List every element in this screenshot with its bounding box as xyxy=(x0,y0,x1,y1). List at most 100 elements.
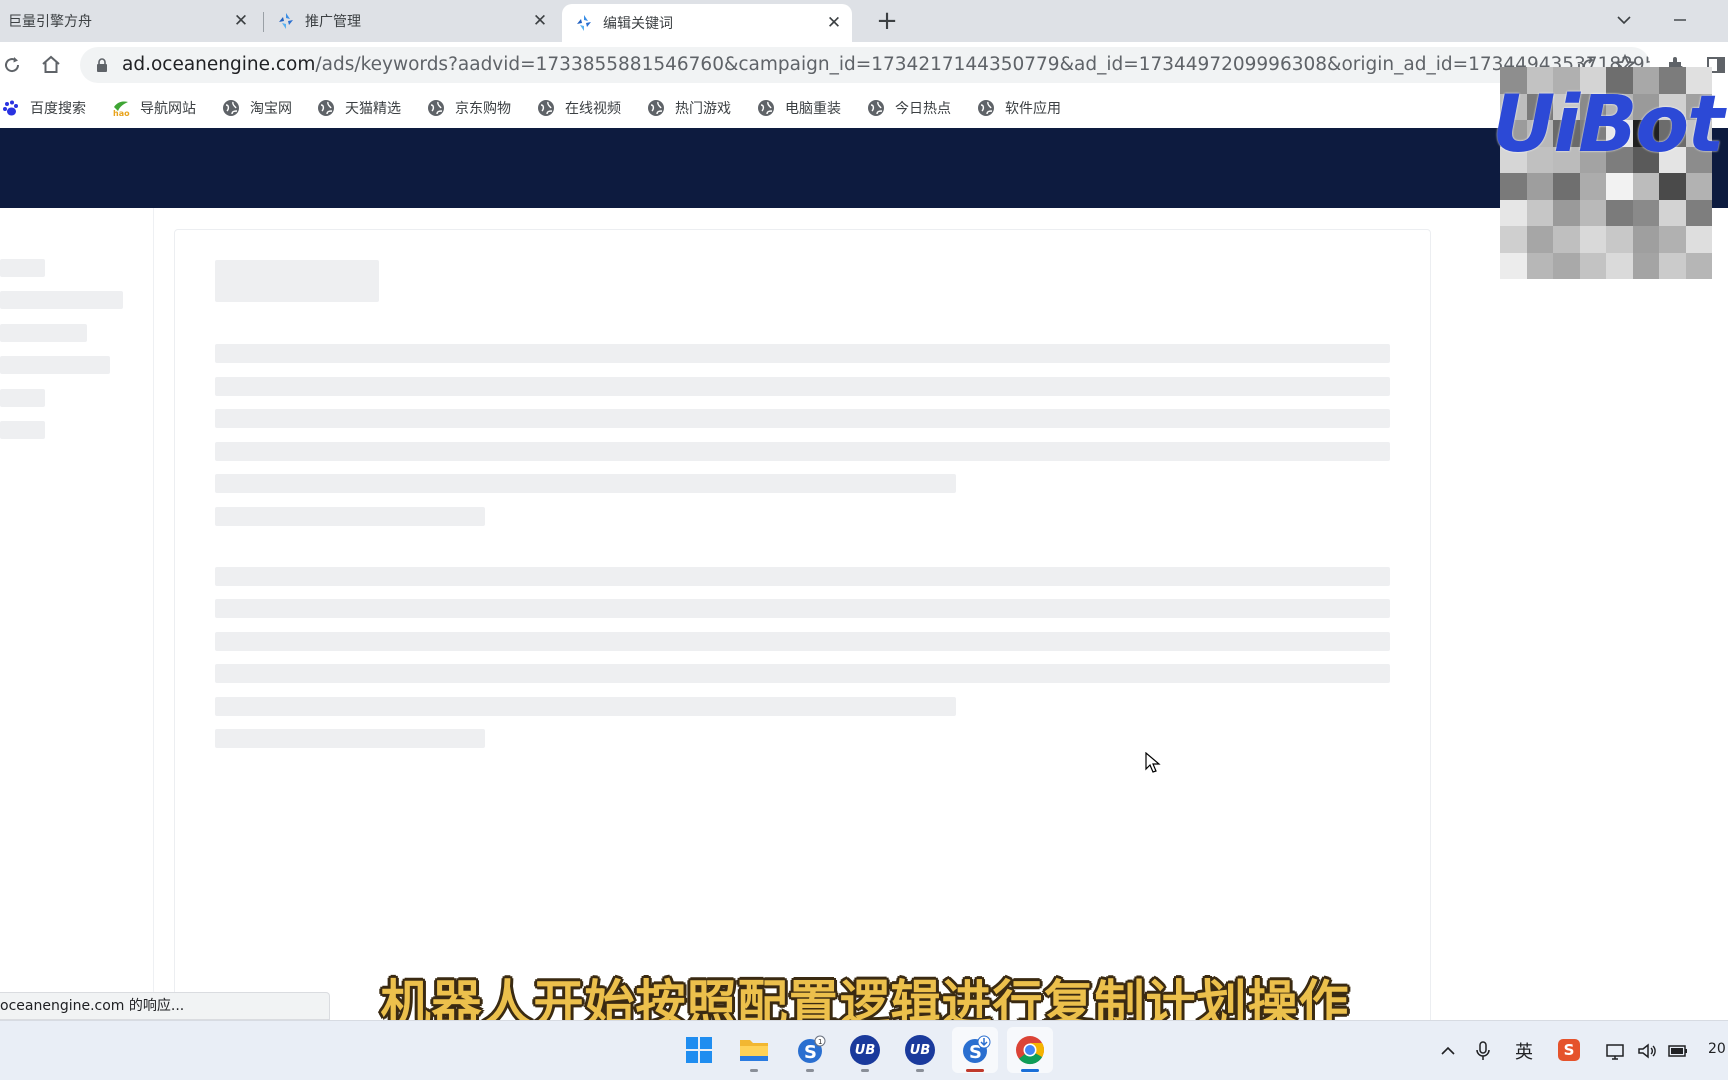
globe-icon xyxy=(223,100,239,116)
mosaic-pixel xyxy=(1579,226,1606,253)
globe-icon xyxy=(758,100,774,116)
globe-icon xyxy=(538,100,554,116)
s-assistant-icon: S 1 xyxy=(798,1035,826,1063)
close-icon[interactable]: ✕ xyxy=(824,13,844,33)
skeleton-line xyxy=(215,442,1390,461)
bookmark-label: 天猫精选 xyxy=(345,101,401,117)
bookmark-baidu[interactable]: 百度搜索 xyxy=(2,96,86,120)
bookmark-software[interactable]: 软件应用 xyxy=(977,96,1061,120)
skeleton-line xyxy=(215,729,485,748)
content-card-skeleton xyxy=(174,229,1431,1029)
bookmark-label: 在线视频 xyxy=(565,101,621,117)
running-indicator xyxy=(806,1069,814,1072)
mosaic-pixel xyxy=(1632,199,1659,226)
uibot-creator-icon: UB xyxy=(850,1035,880,1065)
bookmark-label: 导航网站 xyxy=(140,101,196,117)
bookmark-navigation[interactable]: hao 导航网站 xyxy=(112,96,196,120)
bookmark-games[interactable]: 热门游戏 xyxy=(647,96,731,120)
bookmark-taobao[interactable]: 淘宝网 xyxy=(222,96,292,120)
mosaic-pixel xyxy=(1606,173,1633,200)
mosaic-pixel xyxy=(1526,173,1553,200)
globe-icon xyxy=(428,100,444,116)
mosaic-pixel xyxy=(1685,173,1712,200)
globe-icon xyxy=(978,100,994,116)
tab-edit-keywords[interactable]: 编辑关键词 ✕ xyxy=(562,4,852,42)
mosaic-pixel xyxy=(1553,199,1580,226)
taskbar-chrome[interactable] xyxy=(1007,1027,1053,1073)
mouse-cursor-icon xyxy=(1145,752,1161,773)
taskbar-file-explorer[interactable] xyxy=(731,1027,777,1073)
skeleton-line xyxy=(215,344,1390,363)
chevron-up-icon[interactable] xyxy=(1438,1039,1458,1063)
mosaic-pixel xyxy=(1606,199,1633,226)
taskbar-uibot-worker[interactable]: UB xyxy=(897,1027,943,1073)
battery-icon[interactable] xyxy=(1666,1039,1690,1063)
skeleton-line xyxy=(215,377,1390,396)
bookmark-label: 百度搜索 xyxy=(30,101,86,117)
mosaic-pixel xyxy=(1685,226,1712,253)
skeleton-line xyxy=(215,409,1390,428)
running-indicator xyxy=(750,1069,758,1072)
skeleton-line xyxy=(0,324,87,342)
bookmark-label: 软件应用 xyxy=(1005,101,1061,117)
bookmark-label: 淘宝网 xyxy=(250,101,292,117)
home-icon[interactable] xyxy=(39,53,63,77)
lock-icon xyxy=(97,58,107,72)
mosaic-pixel xyxy=(1553,173,1580,200)
close-icon[interactable]: ✕ xyxy=(530,11,550,31)
bookmark-tmall[interactable]: 天猫精选 xyxy=(317,96,401,120)
skeleton-line xyxy=(215,599,1390,618)
chevron-down-icon[interactable] xyxy=(1612,8,1636,32)
skeleton-title xyxy=(215,260,379,302)
globe-icon xyxy=(868,100,884,116)
bookmark-hot-news[interactable]: 今日热点 xyxy=(867,96,951,120)
close-icon[interactable]: ✕ xyxy=(231,11,251,31)
start-button[interactable] xyxy=(676,1027,722,1073)
skeleton-line xyxy=(215,507,485,526)
mosaic-pixel xyxy=(1500,199,1527,226)
mosaic-pixel xyxy=(1606,252,1633,279)
clock[interactable]: 20 xyxy=(1708,1041,1726,1057)
svg-text:1: 1 xyxy=(818,1038,822,1046)
tab-title: 推广管理 xyxy=(305,14,361,30)
running-indicator xyxy=(861,1069,869,1072)
mosaic-pixel xyxy=(1579,252,1606,279)
bookmark-jd[interactable]: 京东购物 xyxy=(427,96,511,120)
url-host: ad.oceanengine.com xyxy=(122,54,316,75)
network-icon[interactable] xyxy=(1604,1039,1626,1063)
taskbar-uibot-creator[interactable]: UB xyxy=(842,1027,888,1073)
plus-icon[interactable]: + xyxy=(874,8,900,35)
skeleton-line xyxy=(215,697,956,716)
skeleton-line xyxy=(0,421,45,439)
mosaic-pixel xyxy=(1659,199,1686,226)
bookmark-video[interactable]: 在线视频 xyxy=(537,96,621,120)
mosaic-pixel xyxy=(1553,252,1580,279)
skeleton-line xyxy=(0,259,45,277)
svg-text:hao: hao xyxy=(113,109,130,117)
uibot-logo: UiBot xyxy=(1492,80,1724,170)
mosaic-pixel xyxy=(1579,173,1606,200)
mosaic-pixel xyxy=(1500,173,1527,200)
taskbar-s-download[interactable]: S xyxy=(952,1027,998,1073)
address-bar[interactable]: ad.oceanengine.com/ads/keywords?aadvid=1… xyxy=(80,47,1650,83)
page-header xyxy=(0,128,1728,208)
ime-indicator[interactable]: 英 xyxy=(1512,1039,1536,1063)
globe-icon xyxy=(318,100,334,116)
running-indicator xyxy=(966,1069,984,1072)
mosaic-pixel xyxy=(1685,252,1712,279)
skeleton-line xyxy=(215,664,1390,683)
mosaic-pixel xyxy=(1659,252,1686,279)
bookmark-reinstall[interactable]: 电脑重装 xyxy=(757,96,841,120)
volume-icon[interactable] xyxy=(1636,1039,1658,1063)
tab-promotion-management[interactable]: 推广管理 ✕ xyxy=(272,0,554,42)
taskbar-s-assistant[interactable]: S 1 xyxy=(787,1027,833,1073)
mosaic-pixel xyxy=(1553,226,1580,253)
microphone-icon[interactable] xyxy=(1474,1039,1492,1063)
skeleton-line xyxy=(215,632,1390,651)
hao-icon: hao xyxy=(113,101,130,117)
sogou-icon[interactable]: S xyxy=(1558,1039,1580,1061)
bookmarks-bar: 百度搜索 hao 导航网站 淘宝网 天猫精选 京东购物 在线视频 热门游戏 电脑… xyxy=(0,88,1728,128)
tab-juliang-fangzhou[interactable]: 巨量引擎方舟 ✕ xyxy=(8,0,255,42)
minimize-icon[interactable] xyxy=(1668,8,1692,32)
reload-icon[interactable] xyxy=(0,53,24,77)
